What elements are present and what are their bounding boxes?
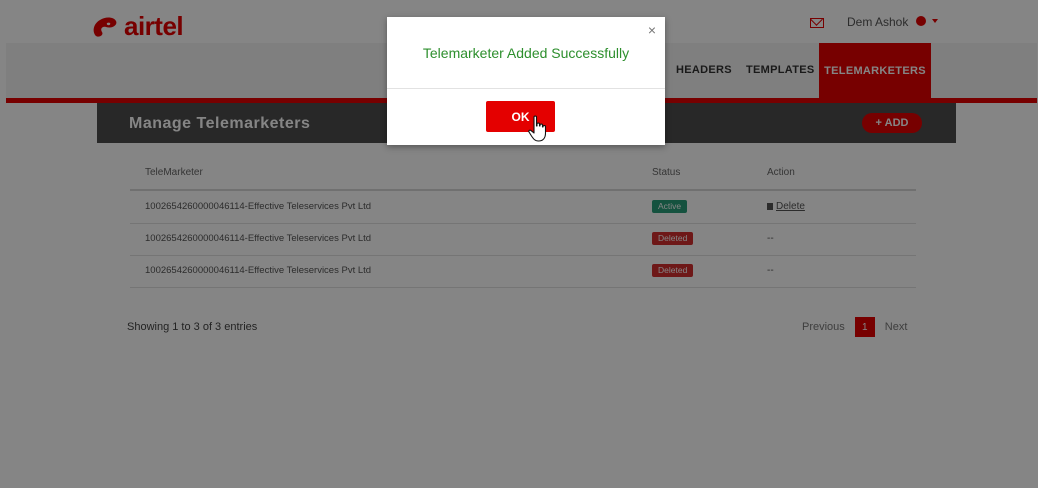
- close-icon[interactable]: ×: [648, 22, 656, 38]
- dialog-divider: [387, 88, 665, 89]
- browser-frame: airtel Dem Ashok HEADERS TEMPLATES TELEM…: [0, 0, 1038, 488]
- success-message: Telemarketer Added Successfully: [422, 45, 630, 61]
- hand-cursor-icon: [528, 115, 547, 142]
- success-dialog: × Telemarketer Added Successfully OK: [387, 17, 665, 145]
